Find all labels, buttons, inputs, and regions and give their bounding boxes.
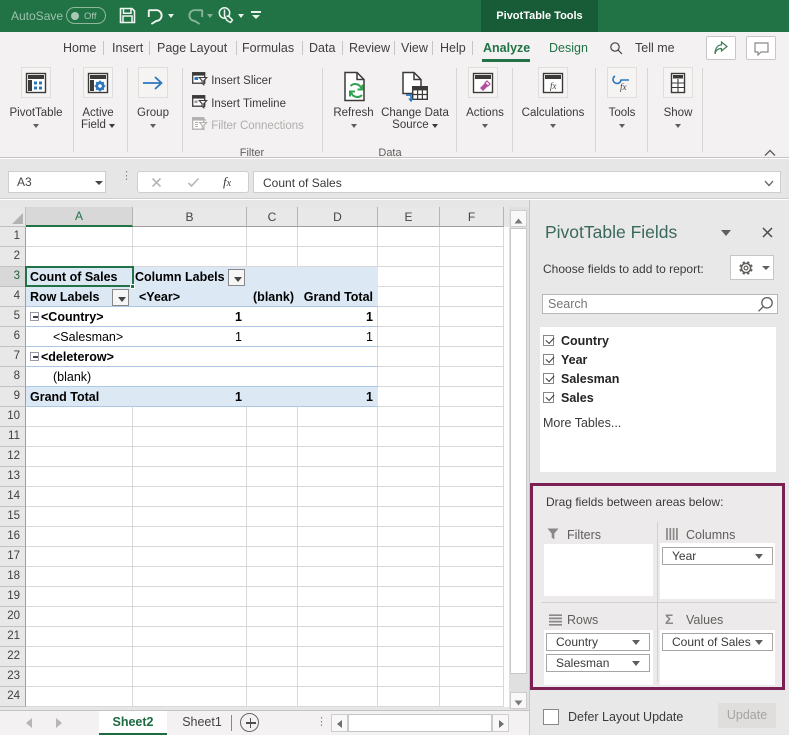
svg-text:fx: fx [550,81,557,91]
svg-text:fx: fx [620,82,627,92]
